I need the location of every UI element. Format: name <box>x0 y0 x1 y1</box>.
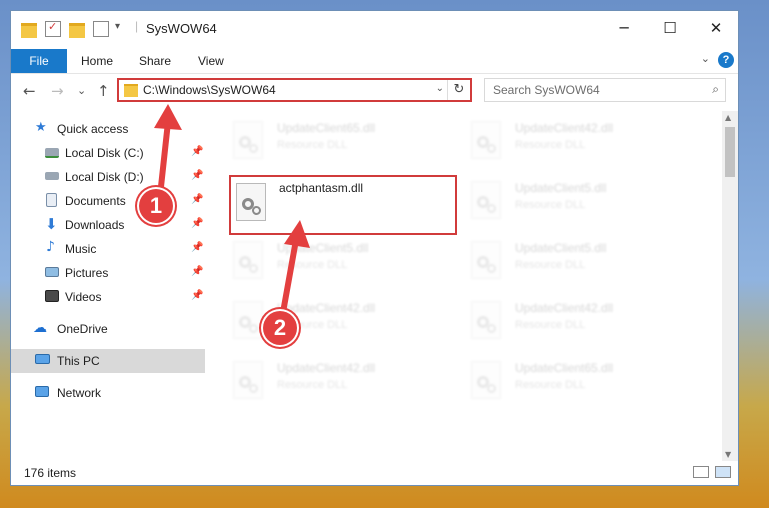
arrow-2-head <box>284 220 310 248</box>
arrow-1-line <box>157 119 171 199</box>
step-2-badge: 2 <box>263 311 297 345</box>
annotation-arrows <box>154 104 310 321</box>
arrow-1-head <box>154 104 182 130</box>
arrow-2-line <box>279 237 299 321</box>
step-1-badge: 1 <box>139 189 173 223</box>
